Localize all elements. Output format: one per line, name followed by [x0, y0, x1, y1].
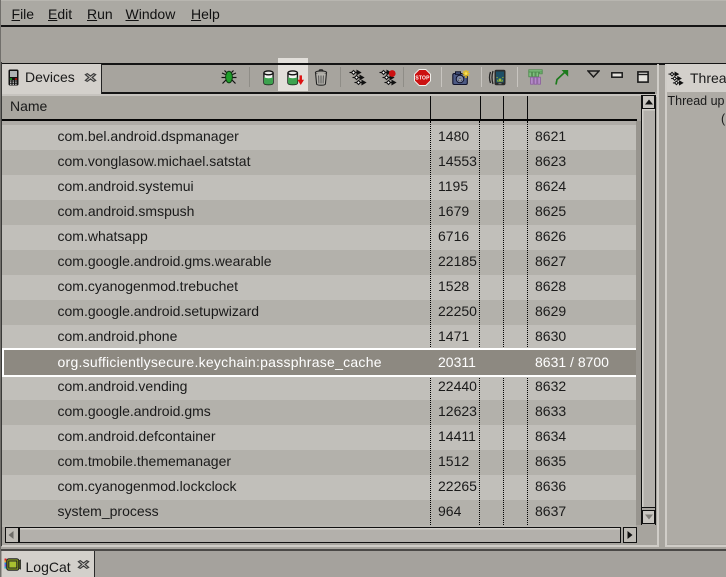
svg-text:STOP: STOP: [415, 76, 430, 82]
